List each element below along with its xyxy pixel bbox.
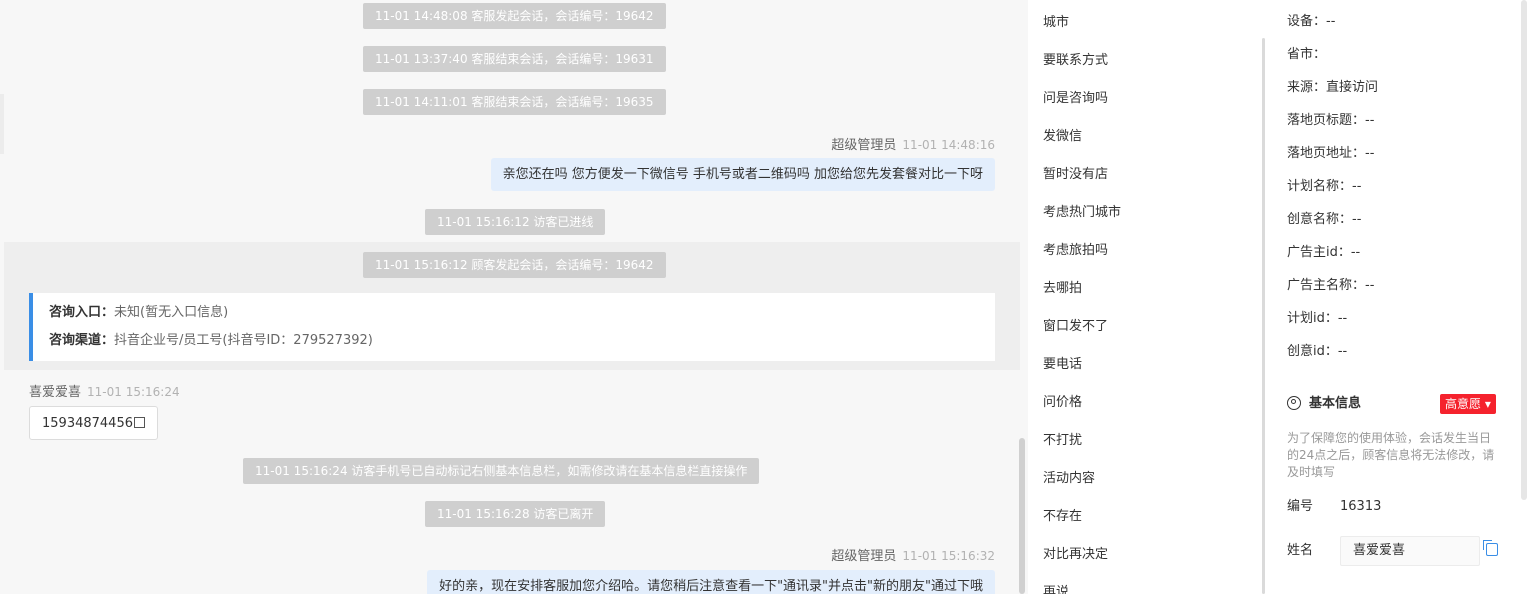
info-scrollbar[interactable] (1521, 0, 1527, 500)
edit-notice: 为了保障您的使用体验，会话发生当日的24点之后，顾客信息将无法修改，请及时填写 (1287, 431, 1495, 479)
system-message: 11-01 14:48:08 客服发起会话，会话编号：19642 (363, 3, 666, 29)
quick-reply-scrollbar[interactable] (1262, 38, 1265, 594)
channel-value: 抖音企业号/员工号(抖音号ID：279527392) (114, 333, 373, 348)
quick-reply-item[interactable]: 考虑旅拍吗 (1043, 232, 1108, 270)
id-value: 16313 (1340, 499, 1382, 514)
info-province: 省市： (1287, 47, 1327, 62)
info-creative-name: 创意名称：-- (1287, 212, 1362, 227)
quick-reply-item[interactable]: 不打扰 (1043, 422, 1082, 460)
info-landing-url: 落地页地址：-- (1287, 146, 1375, 161)
quick-reply-item[interactable]: 发微信 (1043, 118, 1082, 156)
quick-reply-item[interactable]: 暂时没有店 (1043, 156, 1108, 194)
quick-reply-item[interactable]: 要联系方式 (1043, 42, 1108, 80)
quick-reply-item[interactable]: 再说 (1043, 574, 1069, 594)
quick-reply-item[interactable]: 活动内容 (1043, 460, 1095, 498)
quick-reply-item[interactable]: 问是咨询吗 (1043, 80, 1108, 118)
quick-reply-item[interactable]: 去哪拍 (1043, 270, 1082, 308)
visitor-name: 喜爱爱喜 (29, 385, 82, 400)
visitor-phone-message[interactable]: 15934874456 (29, 406, 158, 440)
info-advertiser-id: 广告主id：-- (1287, 245, 1361, 260)
sender-name: 超级管理员 (831, 138, 897, 153)
quick-reply-item[interactable]: 考虑热门城市 (1043, 194, 1121, 232)
info-creative-id: 创意id：-- (1287, 344, 1348, 359)
message-time: 11-01 15:16:24 (87, 385, 180, 399)
intent-badge[interactable]: 高意愿 ▾ (1440, 394, 1496, 414)
info-device: 设备：-- (1287, 14, 1336, 29)
quick-reply-item[interactable]: 对比再决定 (1043, 536, 1108, 574)
message-meta: 超级管理员 11-01 15:16:32 (831, 545, 995, 564)
system-message: 11-01 15:16:24 访客手机号已自动标记右侧基本信息栏，如需修改请在基… (243, 458, 760, 484)
system-message: 11-01 13:37:40 客服结束会话，会话编号：19631 (363, 46, 666, 72)
consult-entry-card: 咨询入口：未知(暂无入口信息) 咨询渠道：抖音企业号/员工号(抖音号ID：279… (29, 293, 995, 361)
visitor-meta: 喜爱爱喜 11-01 15:16:24 (29, 381, 180, 400)
phone-number: 15934874456 (42, 416, 133, 431)
visitor-info-panel: 设备：-- 省市： 来源：直接访问 落地页标题：-- 落地页地址：-- 计划名称… (1266, 0, 1532, 594)
message-meta: 超级管理员 11-01 14:48:16 (831, 134, 995, 153)
quick-reply-item[interactable]: 窗口发不了 (1043, 308, 1108, 346)
system-message: 11-01 15:16:12 顾客发起会话，会话编号：19642 (363, 252, 666, 278)
copy-icon[interactable] (133, 417, 145, 428)
quick-reply-panel: 城市 要联系方式 问是咨询吗 发微信 暂时没有店 考虑热门城市 考虑旅拍吗 去哪… (1028, 0, 1267, 594)
info-source: 来源：直接访问 (1287, 80, 1379, 95)
message-time: 11-01 14:48:16 (902, 138, 995, 152)
name-field[interactable]: 喜爱爱喜 (1340, 536, 1480, 566)
agent-message-bubble[interactable]: 好的亲，现在安排客服加您介绍哈。请您稍后注意查看一下"通讯录"并点击"新的朋友"… (427, 570, 995, 594)
chat-edge (0, 94, 4, 154)
section-title: 基本信息 (1309, 396, 1362, 411)
quick-reply-item[interactable]: 不存在 (1043, 498, 1082, 536)
user-icon (1287, 396, 1301, 410)
message-time: 11-01 15:16:32 (902, 549, 995, 563)
system-message: 11-01 14:11:01 客服结束会话，会话编号：19635 (363, 89, 666, 115)
system-message: 11-01 15:16:12 访客已进线 (425, 209, 606, 235)
info-advertiser-name: 广告主名称：-- (1287, 278, 1375, 293)
quick-reply-item[interactable]: 城市 (1043, 4, 1069, 42)
channel-label: 咨询渠道： (49, 333, 115, 348)
chat-scrollbar[interactable] (1019, 438, 1025, 594)
info-landing-title: 落地页标题：-- (1287, 113, 1375, 128)
entry-value: 未知(暂无入口信息) (114, 305, 229, 320)
chat-panel: 11-01 14:48:08 客服发起会话，会话编号：19642 11-01 1… (0, 0, 1020, 594)
entry-label: 咨询入口： (49, 305, 115, 320)
consult-channel-line: 咨询渠道：抖音企业号/员工号(抖音号ID：279527392) (49, 330, 995, 358)
id-label: 编号 (1287, 499, 1314, 514)
copy-icon[interactable] (1483, 540, 1498, 556)
quick-reply-item[interactable]: 问价格 (1043, 384, 1082, 422)
sender-name: 超级管理员 (831, 549, 897, 564)
system-message: 11-01 15:16:28 访客已离开 (425, 501, 606, 527)
name-label: 姓名 (1287, 543, 1314, 558)
quick-reply-item[interactable]: 要电话 (1043, 346, 1082, 384)
agent-message-bubble[interactable]: 亲您还在吗 您方便发一下微信号 手机号或者二维码吗 加您给您先发套餐对比一下呀 (490, 158, 995, 191)
consult-entry-line: 咨询入口：未知(暂无入口信息) (49, 302, 995, 330)
info-plan-name: 计划名称：-- (1287, 179, 1362, 194)
basic-info-header: 基本信息 (1287, 392, 1361, 416)
info-plan-id: 计划id：-- (1287, 311, 1348, 326)
